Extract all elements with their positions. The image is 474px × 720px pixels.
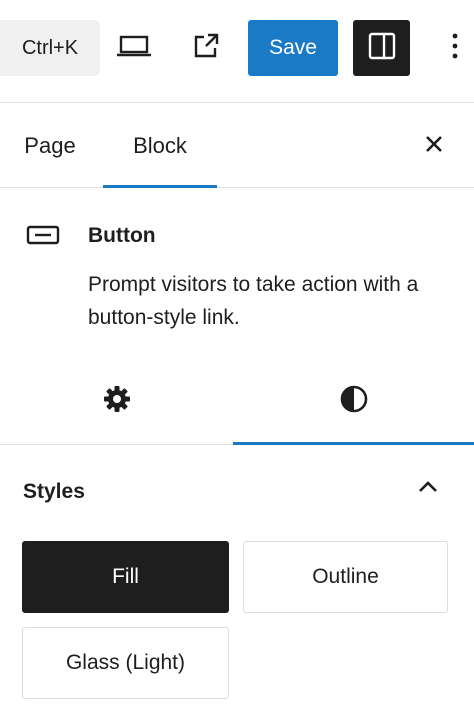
styles-panel-title: Styles [23, 480, 85, 503]
sidebar-tabs: Page Block [0, 102, 474, 188]
external-link-icon [191, 31, 221, 66]
styles-panel: Styles Fill Outline Glass (Light) [0, 445, 474, 720]
save-button[interactable]: Save [248, 20, 338, 76]
button-block-icon [26, 224, 62, 253]
more-vertical-icon [452, 33, 458, 64]
collapse-styles-button[interactable] [412, 473, 444, 505]
block-title: Button [88, 224, 156, 247]
block-description: Prompt visitors to take action with a bu… [88, 273, 419, 329]
close-sidebar-button[interactable] [414, 126, 454, 166]
contrast-icon [339, 384, 369, 419]
editor-toolbar: Ctrl+K Save [0, 0, 474, 103]
tab-page[interactable]: Page [0, 102, 100, 187]
style-option-fill[interactable]: Fill [22, 541, 229, 613]
block-card: Button Prompt visitors to take action wi… [0, 188, 474, 358]
command-palette-button[interactable]: Ctrl+K [0, 20, 100, 76]
settings-sidebar-toggle[interactable] [353, 20, 410, 76]
chevron-up-icon [417, 480, 439, 499]
options-button[interactable] [440, 28, 470, 68]
laptop-icon [116, 34, 152, 63]
view-site-button[interactable] [186, 30, 226, 66]
style-option-outline[interactable]: Outline [243, 541, 448, 613]
style-option-glass-light[interactable]: Glass (Light) [22, 627, 229, 699]
inspector-tabs [0, 358, 474, 445]
tab-settings[interactable] [0, 358, 233, 444]
tab-page-label: Page [24, 133, 76, 158]
preview-button[interactable] [114, 30, 154, 66]
gear-icon [102, 384, 132, 419]
tab-block[interactable]: Block [103, 102, 217, 188]
close-icon [424, 134, 444, 159]
tab-styles[interactable] [233, 358, 474, 445]
tab-block-label: Block [133, 133, 187, 158]
sidebar-toggle-icon [368, 32, 396, 65]
